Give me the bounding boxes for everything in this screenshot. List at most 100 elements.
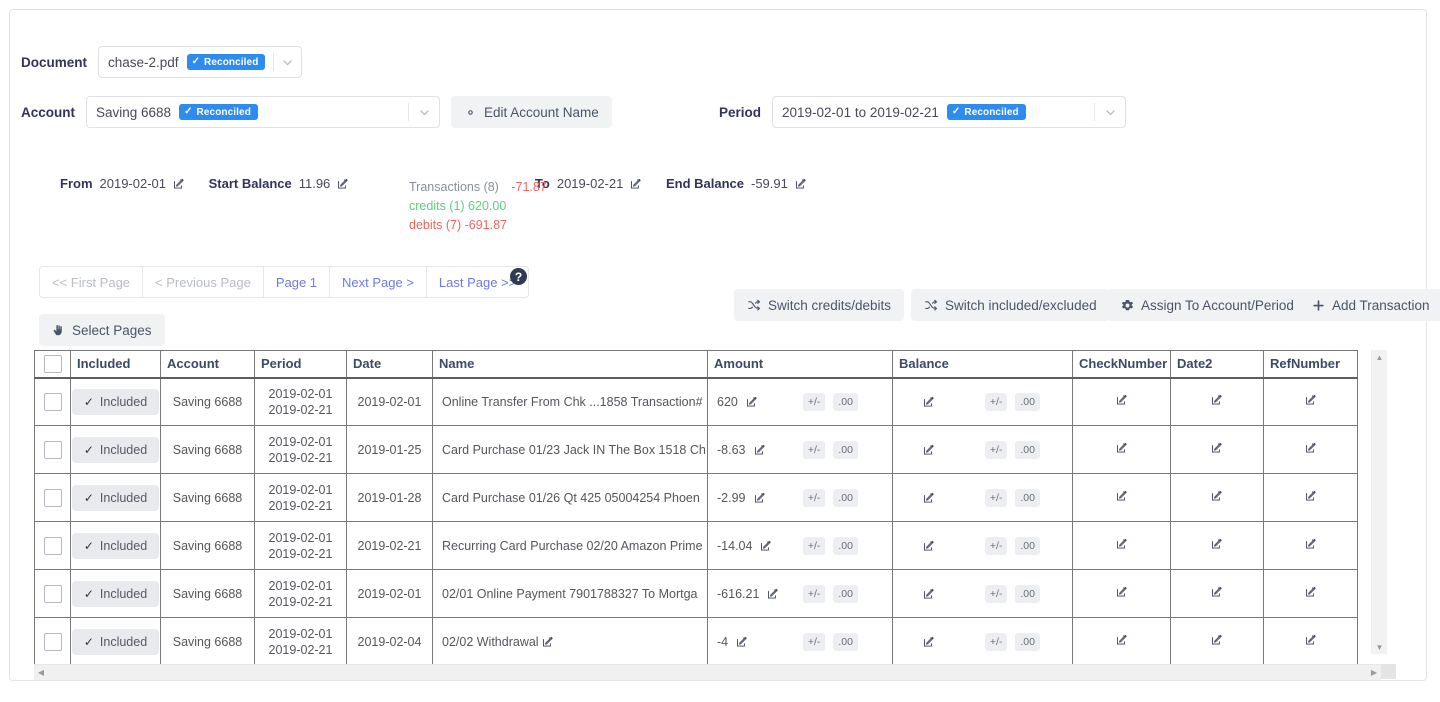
col-checknumber[interactable]: CheckNumber — [1073, 351, 1171, 378]
row-date-cell[interactable]: 2019-01-28 — [347, 474, 433, 522]
row-checknumber-cell[interactable] — [1073, 522, 1171, 570]
row-checkbox[interactable] — [44, 537, 62, 555]
table-row[interactable]: ✓IncludedSaving 66882019-02-012019-02-21… — [35, 618, 1358, 666]
row-date2-cell[interactable] — [1171, 618, 1264, 666]
help-icon[interactable]: ? — [510, 268, 527, 285]
edit-icon[interactable] — [1116, 586, 1128, 598]
edit-icon[interactable] — [173, 178, 185, 190]
balance-sign-toggle[interactable]: +/- — [985, 633, 1008, 651]
first-page-button[interactable]: << First Page — [40, 267, 143, 297]
vertical-scroll-thumb[interactable] — [1373, 364, 1386, 640]
edit-icon[interactable] — [1305, 394, 1317, 406]
row-balance-cell[interactable]: +/- .00 — [893, 570, 1073, 618]
edit-icon[interactable] — [1116, 394, 1128, 406]
edit-account-name-button[interactable]: Edit Account Name — [451, 96, 612, 128]
row-period-cell[interactable]: 2019-02-012019-02-21 — [255, 474, 347, 522]
table-horizontal-scrollbar[interactable]: ◀ ▶ — [34, 664, 1381, 680]
edit-icon[interactable] — [923, 636, 935, 648]
row-date2-cell[interactable] — [1171, 570, 1264, 618]
previous-page-button[interactable]: < Previous Page — [143, 267, 264, 297]
period-select[interactable]: 2019-02-01 to 2019-02-21 ✓ Reconciled — [772, 96, 1126, 128]
balance-cents-button[interactable]: .00 — [1015, 633, 1040, 651]
edit-icon[interactable] — [1116, 442, 1128, 454]
row-date2-cell[interactable] — [1171, 474, 1264, 522]
row-date2-cell[interactable] — [1171, 378, 1264, 426]
edit-icon[interactable] — [754, 444, 766, 456]
edit-icon[interactable] — [923, 396, 935, 408]
included-toggle[interactable]: ✓Included — [72, 533, 159, 559]
row-refnumber-cell[interactable] — [1264, 522, 1358, 570]
col-balance[interactable]: Balance — [893, 351, 1073, 378]
row-checkbox[interactable] — [44, 633, 62, 651]
row-checkbox[interactable] — [44, 393, 62, 411]
edit-icon[interactable] — [1211, 586, 1223, 598]
table-row[interactable]: ✓IncludedSaving 66882019-02-012019-02-21… — [35, 378, 1358, 426]
scroll-right-arrow-icon[interactable]: ▶ — [1367, 668, 1381, 677]
edit-icon[interactable] — [1211, 442, 1223, 454]
amount-sign-toggle[interactable]: +/- — [803, 537, 826, 555]
balance-cents-button[interactable]: .00 — [1015, 489, 1040, 507]
amount-cents-button[interactable]: .00 — [833, 489, 858, 507]
col-amount[interactable]: Amount — [708, 351, 893, 378]
edit-icon[interactable] — [337, 178, 349, 190]
edit-icon[interactable] — [767, 588, 779, 600]
balance-cents-button[interactable]: .00 — [1015, 585, 1040, 603]
col-period[interactable]: Period — [255, 351, 347, 378]
edit-icon[interactable] — [795, 178, 807, 190]
document-select[interactable]: chase-2.pdf ✓ Reconciled — [98, 46, 302, 78]
edit-icon[interactable] — [1305, 634, 1317, 646]
col-date[interactable]: Date — [347, 351, 433, 378]
col-name[interactable]: Name — [433, 351, 708, 378]
edit-icon[interactable] — [923, 588, 935, 600]
chevron-down-icon[interactable] — [1095, 106, 1125, 119]
select-pages-button[interactable]: Select Pages — [39, 314, 165, 346]
edit-icon[interactable] — [1305, 442, 1317, 454]
row-name-cell[interactable]: Card Purchase 01/26 Qt 425 05004254 Phoe… — [433, 474, 708, 522]
chevron-down-icon[interactable] — [409, 106, 439, 119]
row-account-cell[interactable]: Saving 6688 — [161, 570, 255, 618]
row-refnumber-cell[interactable] — [1264, 474, 1358, 522]
col-included[interactable]: Included — [71, 351, 161, 378]
included-toggle[interactable]: ✓Included — [72, 437, 159, 463]
table-row[interactable]: ✓IncludedSaving 66882019-02-012019-02-21… — [35, 426, 1358, 474]
amount-cents-button[interactable]: .00 — [833, 633, 858, 651]
current-page-indicator[interactable]: Page 1 — [264, 267, 330, 297]
scroll-down-arrow-icon[interactable]: ▼ — [1372, 640, 1387, 654]
row-account-cell[interactable]: Saving 6688 — [161, 618, 255, 666]
amount-cents-button[interactable]: .00 — [833, 585, 858, 603]
switch-included-excluded-button[interactable]: Switch included/excluded — [911, 289, 1110, 321]
row-account-cell[interactable]: Saving 6688 — [161, 522, 255, 570]
edit-icon[interactable] — [736, 636, 748, 648]
row-checknumber-cell[interactable] — [1073, 570, 1171, 618]
edit-icon[interactable] — [1116, 634, 1128, 646]
col-date2[interactable]: Date2 — [1171, 351, 1264, 378]
balance-sign-toggle[interactable]: +/- — [985, 441, 1008, 459]
chevron-down-icon[interactable] — [274, 56, 301, 69]
add-transaction-button[interactable]: Add Transaction — [1299, 289, 1440, 321]
edit-icon[interactable] — [1116, 538, 1128, 550]
table-vertical-scrollbar[interactable]: ▲ ▼ — [1371, 350, 1387, 654]
amount-cents-button[interactable]: .00 — [833, 537, 858, 555]
included-toggle[interactable]: ✓Included — [72, 581, 159, 607]
edit-icon[interactable] — [1116, 490, 1128, 502]
row-amount-cell[interactable]: -616.21+/-.00 — [708, 570, 893, 618]
row-balance-cell[interactable]: +/- .00 — [893, 618, 1073, 666]
row-checkbox[interactable] — [44, 585, 62, 603]
amount-sign-toggle[interactable]: +/- — [803, 633, 826, 651]
row-checknumber-cell[interactable] — [1073, 474, 1171, 522]
row-checknumber-cell[interactable] — [1073, 618, 1171, 666]
row-period-cell[interactable]: 2019-02-012019-02-21 — [255, 378, 347, 426]
table-row[interactable]: ✓IncludedSaving 66882019-02-012019-02-21… — [35, 522, 1358, 570]
row-checknumber-cell[interactable] — [1073, 426, 1171, 474]
row-amount-cell[interactable]: 620+/-.00 — [708, 378, 893, 426]
edit-icon[interactable] — [923, 540, 935, 552]
row-checknumber-cell[interactable] — [1073, 378, 1171, 426]
balance-sign-toggle[interactable]: +/- — [985, 585, 1008, 603]
row-date-cell[interactable]: 2019-02-04 — [347, 618, 433, 666]
row-checkbox[interactable] — [44, 489, 62, 507]
balance-sign-toggle[interactable]: +/- — [985, 489, 1008, 507]
amount-sign-toggle[interactable]: +/- — [803, 489, 826, 507]
edit-icon[interactable] — [1211, 634, 1223, 646]
row-account-cell[interactable]: Saving 6688 — [161, 474, 255, 522]
edit-icon[interactable] — [746, 396, 758, 408]
